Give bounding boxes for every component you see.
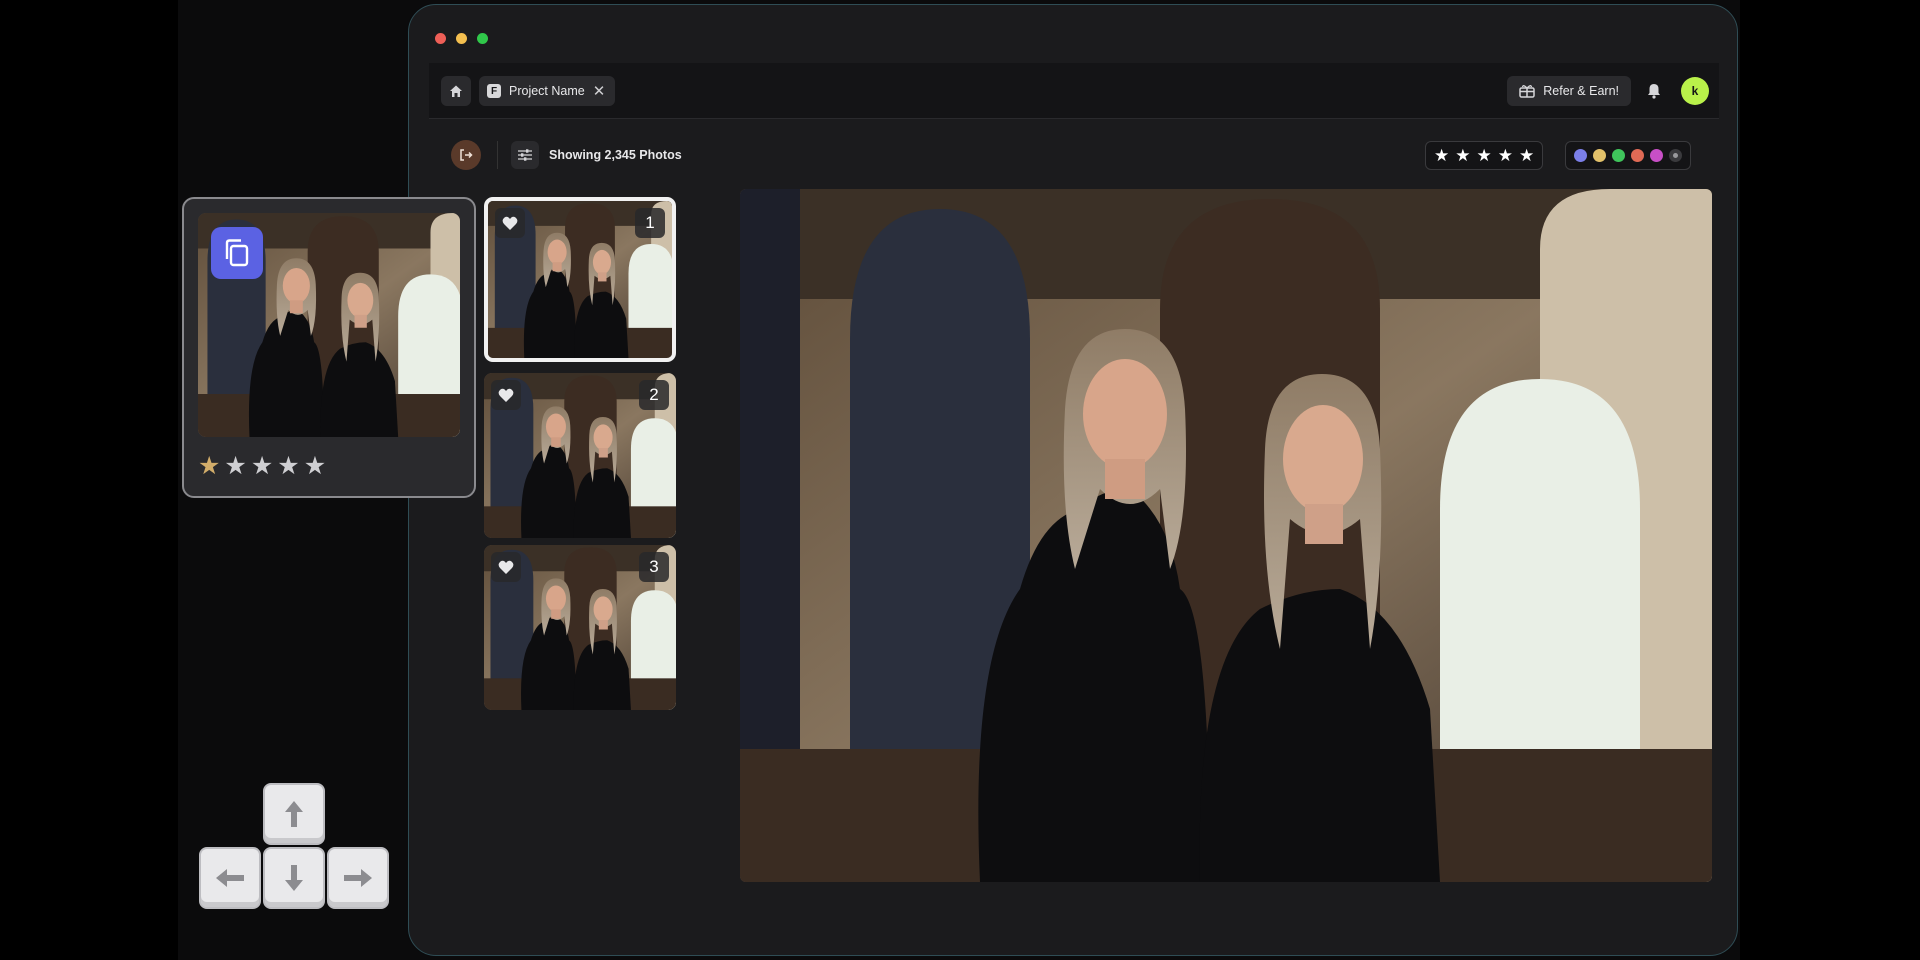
- filmstrip-thumbnail-2[interactable]: 2: [484, 373, 676, 538]
- filmstrip-thumbnail-3[interactable]: 3: [484, 545, 676, 710]
- sliders-icon: [518, 149, 532, 161]
- project-tab-label: Project Name: [509, 84, 585, 98]
- project-logo-icon: F: [487, 84, 501, 98]
- avatar-initial: k: [1691, 84, 1699, 98]
- gift-icon: [1519, 85, 1536, 98]
- project-tab[interactable]: F Project Name ✕: [479, 76, 616, 106]
- color-filter-red[interactable]: [1631, 149, 1644, 162]
- avatar[interactable]: k: [1681, 77, 1709, 105]
- minimize-window-button[interactable]: [456, 33, 467, 44]
- rating-filter-star-3[interactable]: ★: [1477, 146, 1492, 166]
- color-filter-yellow[interactable]: [1593, 149, 1606, 162]
- exit-icon: [460, 149, 473, 161]
- refer-earn-label: Refer & Earn!: [1543, 84, 1619, 98]
- card-star-1[interactable]: ★: [198, 454, 220, 479]
- rating-filter-star-1[interactable]: ★: [1434, 146, 1449, 166]
- thumbnail-number: 1: [635, 208, 665, 238]
- rating-filter[interactable]: ★ ★ ★ ★ ★: [1425, 141, 1544, 170]
- arrow-down-icon: [285, 865, 303, 891]
- heart-icon[interactable]: [495, 208, 525, 238]
- heart-icon[interactable]: [491, 380, 521, 410]
- card-star-3[interactable]: ★: [251, 454, 273, 479]
- arrow-left-icon: [216, 869, 244, 887]
- maximize-window-button[interactable]: [477, 33, 488, 44]
- filmstrip-thumbnail-1[interactable]: 1: [484, 197, 676, 362]
- main-photo: [740, 189, 1712, 882]
- arrow-up-icon: [285, 801, 303, 827]
- color-label-filter[interactable]: [1565, 141, 1691, 170]
- window-controls: [435, 33, 488, 44]
- card-star-5[interactable]: ★: [304, 454, 326, 479]
- refer-earn-button[interactable]: Refer & Earn!: [1507, 76, 1631, 106]
- rating-filter-star-4[interactable]: ★: [1498, 146, 1513, 166]
- close-icon[interactable]: ✕: [593, 84, 606, 99]
- color-filter-magenta[interactable]: [1650, 149, 1663, 162]
- main-photo-viewer[interactable]: [740, 189, 1712, 882]
- close-window-button[interactable]: [435, 33, 446, 44]
- copy-icon[interactable]: [211, 227, 263, 279]
- photo-toolbar: Showing 2,345 Photos ★ ★ ★ ★ ★: [429, 131, 1719, 179]
- filter-settings-button[interactable]: [511, 141, 539, 169]
- arrow-left-key[interactable]: [199, 847, 261, 909]
- arrow-up-key[interactable]: [263, 783, 325, 845]
- app-window: F Project Name ✕ Refer & Earn! k Showing…: [408, 4, 1738, 956]
- card-star-4[interactable]: ★: [277, 454, 299, 479]
- home-icon: [450, 85, 462, 97]
- bell-icon[interactable]: [1645, 82, 1663, 100]
- arrow-down-key[interactable]: [263, 847, 325, 909]
- photo-count-label: Showing 2,345 Photos: [549, 148, 682, 162]
- color-filter-purple[interactable]: [1574, 149, 1587, 162]
- rating-filter-star-5[interactable]: ★: [1519, 146, 1534, 166]
- card-star-2[interactable]: ★: [224, 454, 246, 479]
- top-bar: F Project Name ✕ Refer & Earn! k: [429, 63, 1719, 119]
- card-star-rating[interactable]: ★ ★ ★ ★ ★: [198, 454, 326, 479]
- color-filter-green[interactable]: [1612, 149, 1625, 162]
- dragged-photo-card[interactable]: ★ ★ ★ ★ ★: [182, 197, 476, 498]
- arrow-right-icon: [344, 869, 372, 887]
- screen: F Project Name ✕ Refer & Earn! k Showing…: [0, 0, 1920, 960]
- toolbar-divider: [497, 141, 498, 169]
- thumbnail-number: 2: [639, 380, 669, 410]
- rating-filter-star-2[interactable]: ★: [1455, 146, 1470, 166]
- exit-button[interactable]: [451, 140, 481, 170]
- heart-icon[interactable]: [491, 552, 521, 582]
- arrow-right-key[interactable]: [327, 847, 389, 909]
- thumbnail-number: 3: [639, 552, 669, 582]
- color-filter-none[interactable]: [1669, 149, 1682, 162]
- home-button[interactable]: [441, 76, 471, 106]
